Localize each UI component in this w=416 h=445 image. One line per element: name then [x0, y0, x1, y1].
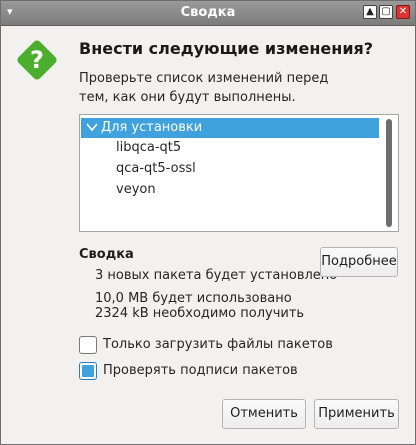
svg-text:?: ?	[30, 46, 44, 74]
description-line: Проверьте список изменений перед	[79, 71, 329, 86]
maximize-icon[interactable]: ▲	[363, 5, 377, 19]
verify-signatures-checkbox[interactable]	[79, 362, 97, 380]
packages-count-text: 3 новых пакета будет установлено	[95, 268, 338, 283]
changes-list[interactable]: Для установки libqca-qt5 qca-qt5-ossl ve…	[79, 114, 399, 232]
apply-button[interactable]: Применить	[314, 399, 399, 429]
title-bar[interactable]: ▾ Сводка ▲ ▢ ✕	[1, 1, 415, 26]
cancel-button[interactable]: Отменить	[222, 399, 306, 429]
dialog-description: Проверьте список изменений перед тем, ка…	[79, 69, 379, 107]
list-item[interactable]: qca-qt5-ossl	[116, 161, 196, 176]
close-icon[interactable]: ✕	[396, 5, 410, 19]
summary-title: Сводка	[79, 247, 134, 262]
chevron-down-icon[interactable]	[85, 120, 99, 134]
list-group-label: Для установки	[101, 120, 203, 135]
details-button[interactable]: Подробнее	[320, 247, 398, 277]
checkbox-check-mark	[82, 365, 94, 377]
summary-dialog: ▾ Сводка ▲ ▢ ✕ ? Внести следующие измене…	[0, 0, 416, 445]
dialog-heading: Внести следующие изменения?	[79, 39, 374, 58]
disk-space-text: 10,0 MB будет использовано	[95, 291, 292, 306]
scrollbar[interactable]	[386, 119, 392, 227]
list-group-install[interactable]: Для установки	[81, 118, 379, 138]
restore-icon[interactable]: ▢	[379, 5, 393, 19]
list-item[interactable]: libqca-qt5	[116, 140, 181, 155]
verify-signatures-label[interactable]: Проверять подписи пакетов	[103, 363, 298, 378]
download-only-checkbox[interactable]	[79, 336, 97, 354]
download-size-text: 2324 kB необходимо получить	[95, 306, 305, 321]
download-only-label[interactable]: Только загрузить файлы пакетов	[103, 337, 333, 352]
description-line: тем, как они будут выполнены.	[79, 90, 296, 105]
window-title: Сводка	[180, 5, 236, 20]
list-item[interactable]: veyon	[116, 182, 156, 197]
question-icon: ?	[17, 40, 57, 80]
